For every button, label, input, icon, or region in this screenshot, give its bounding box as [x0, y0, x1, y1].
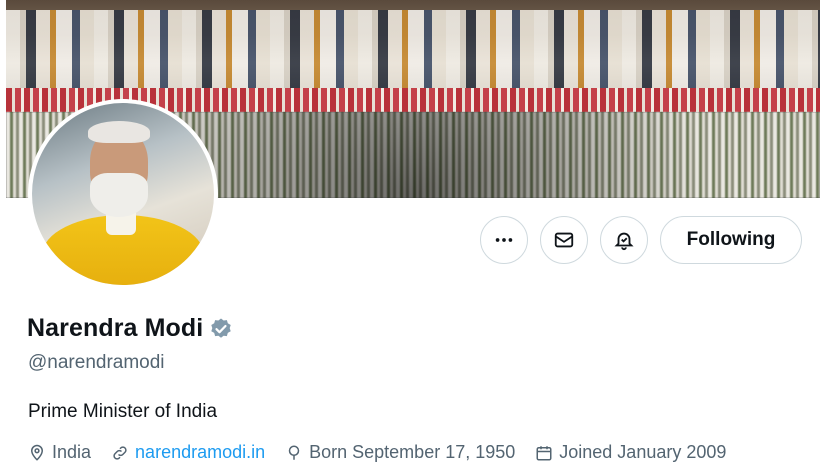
profile-name-row: Narendra Modi	[27, 314, 233, 343]
profile-handle: @narendramodi	[28, 352, 165, 373]
avatar-hair	[88, 121, 150, 143]
location-text: India	[52, 442, 92, 462]
message-button[interactable]	[540, 216, 588, 264]
following-button[interactable]: Following	[660, 216, 802, 264]
envelope-icon	[554, 232, 574, 248]
joined-item: Joined January 2009	[535, 442, 726, 463]
birthdate-text: Born September 17, 1950	[309, 442, 516, 462]
link-icon	[113, 445, 127, 460]
birthdate-item: Born September 17, 1950	[285, 442, 515, 463]
joined-text: Joined January 2009	[559, 442, 727, 462]
location-pin-icon	[30, 444, 44, 461]
bell-check-icon	[614, 232, 634, 251]
verified-badge-icon[interactable]	[209, 317, 233, 341]
website-link[interactable]: narendramodi.in	[135, 442, 265, 463]
balloon-icon	[288, 445, 300, 460]
avatar-image	[32, 103, 214, 285]
more-horizontal-icon	[495, 238, 513, 242]
more-options-button[interactable]	[480, 216, 528, 264]
notifications-button[interactable]	[600, 216, 648, 264]
website-item[interactable]: narendramodi.in	[111, 442, 265, 463]
profile-meta-row: India narendramodi.in Born September 17,…	[28, 442, 726, 463]
profile-bio: Prime Minister of India	[28, 401, 218, 422]
calendar-icon	[536, 445, 552, 460]
banner-people-row	[6, 10, 820, 88]
profile-name: Narendra Modi	[27, 314, 204, 342]
avatar-beard	[90, 173, 148, 217]
location-item: India	[28, 442, 91, 463]
profile-avatar[interactable]	[28, 99, 218, 289]
